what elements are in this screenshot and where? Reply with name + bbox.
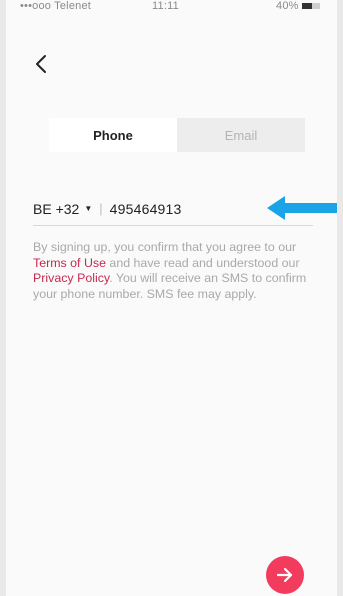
terms-disclaimer: By signing up, you confirm that you agre… [33, 240, 317, 302]
input-divider: | [99, 201, 103, 216]
tab-phone[interactable]: Phone [49, 118, 177, 152]
country-code-label: BE +32 [33, 200, 80, 217]
signup-method-tabs: Phone Email [49, 118, 305, 152]
arrow-left-icon [267, 196, 337, 220]
caret-down-icon: ▼ [84, 204, 93, 213]
back-button[interactable] [31, 50, 51, 78]
privacy-policy-link[interactable]: Privacy Policy [33, 271, 109, 285]
next-button[interactable] [266, 556, 304, 594]
battery-icon [301, 3, 320, 10]
battery-percent: 40% [276, 0, 299, 12]
clock-label: 11:11 [152, 0, 179, 12]
arrow-right-icon [276, 567, 293, 583]
disclaimer-text-1: By signing up, you confirm that you agre… [33, 240, 297, 254]
status-bar: •••ooo Telenet 11:11 40% [6, 0, 337, 14]
battery-indicator: 40% [276, 0, 320, 12]
country-code-selector[interactable]: BE +32 ▼ [33, 201, 92, 217]
carrier-label: •••ooo Telenet [20, 0, 92, 12]
terms-of-use-link[interactable]: Terms of Use [33, 256, 106, 270]
chevron-left-icon [36, 55, 46, 73]
phone-signup-screen: •••ooo Telenet 11:11 40% Phone Email BE … [6, 0, 337, 596]
tab-email[interactable]: Email [177, 118, 305, 152]
phone-number-input[interactable]: 495464913 [110, 201, 182, 217]
disclaimer-text-2: and have read and understood our [105, 255, 300, 270]
